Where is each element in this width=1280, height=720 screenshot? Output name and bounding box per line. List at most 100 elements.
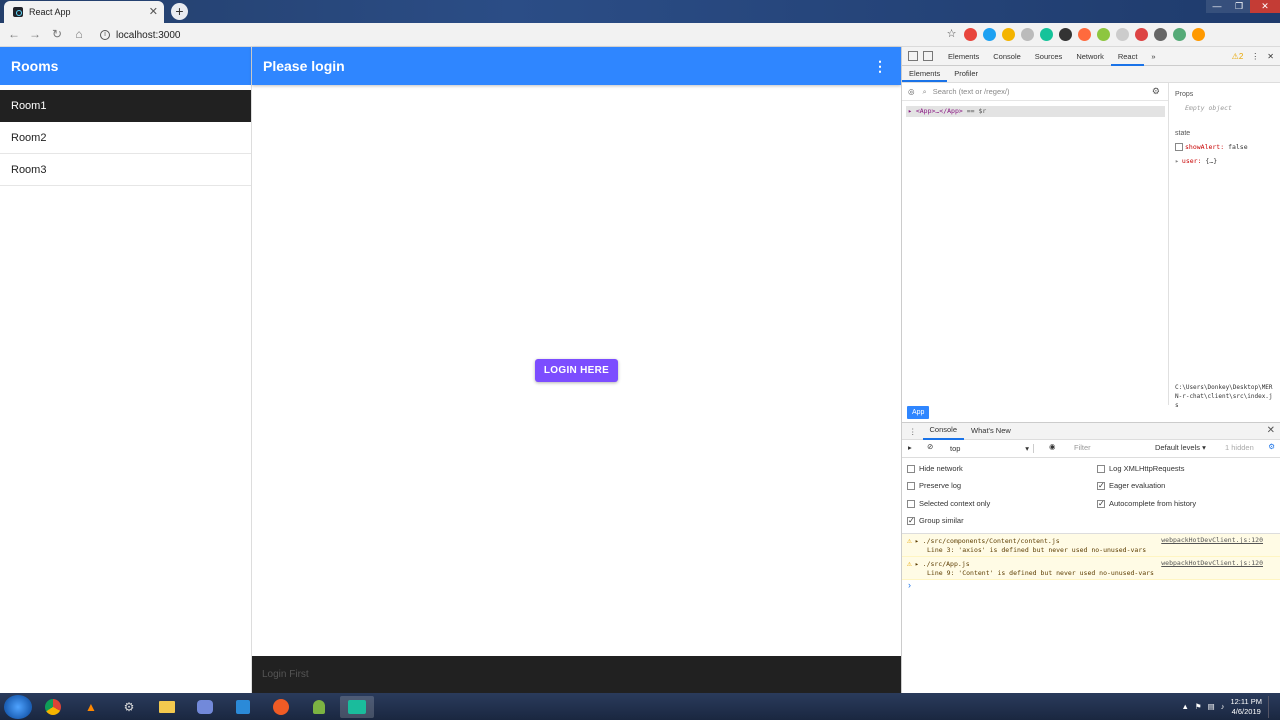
restore-button[interactable]: ❐ [1228, 0, 1250, 13]
state-user[interactable]: ▸ user: {…} [1175, 157, 1275, 165]
android-taskbar-icon[interactable] [302, 696, 336, 718]
showalert-checkbox[interactable] [1175, 143, 1183, 151]
console-warning[interactable]: ⚠ ▸ ./src/App.js webpackHotDevClient.js:1… [902, 557, 1280, 580]
room-item-room2[interactable]: Room2 [0, 122, 251, 154]
context-select[interactable]: top ▾ [950, 444, 1034, 453]
breadcrumb-app[interactable]: App [907, 406, 930, 419]
explorer-taskbar-icon[interactable] [150, 696, 184, 718]
profile-avatar[interactable] [1173, 28, 1186, 41]
checkbox[interactable] [1097, 499, 1105, 508]
source-path[interactable]: C:\Users\Donkey\Desktop\MERN-r-chat\clie… [1175, 383, 1275, 410]
clear-console-icon[interactable]: ⊘ [927, 442, 933, 451]
new-tab-button[interactable]: + [171, 3, 188, 20]
checkbox[interactable] [907, 516, 915, 525]
minimize-button[interactable]: — [1206, 0, 1228, 13]
device-toggle-icon[interactable] [923, 51, 933, 61]
extension-icon[interactable] [1135, 28, 1148, 41]
gear-icon[interactable]: ⚙ [1152, 86, 1160, 97]
extension-icon[interactable] [964, 28, 977, 41]
reload-icon[interactable]: ↻ [49, 27, 65, 41]
console-filter-input[interactable]: Filter [1074, 443, 1091, 452]
info-icon[interactable]: i [100, 30, 110, 40]
option-selected-context[interactable]: Selected context only [907, 499, 990, 508]
home-icon[interactable]: ⌂ [71, 27, 87, 41]
extension-icon[interactable] [1002, 28, 1015, 41]
url-field[interactable]: i localhost:3000 [96, 26, 966, 44]
tab-elements[interactable]: Elements [941, 47, 986, 66]
default-levels-dropdown[interactable]: Default levels ▾ [1155, 443, 1206, 452]
browser-tab[interactable]: React App ✕ [4, 1, 164, 23]
option-log-xhr[interactable]: Log XMLHttpRequests [1097, 464, 1184, 473]
extension-icon[interactable] [1116, 28, 1129, 41]
network-icon[interactable]: ▤ [1208, 702, 1215, 711]
devtools-menu-icon[interactable]: ⋮ [1251, 47, 1259, 66]
console-prompt[interactable]: › [902, 580, 1280, 590]
vscode-taskbar-icon[interactable] [226, 696, 260, 718]
react-search-input[interactable]: Search (text or /regex/) [933, 87, 1010, 96]
tab-react-elements[interactable]: Elements [902, 66, 948, 82]
option-group-similar[interactable]: Group similar [907, 516, 964, 525]
extension-icon[interactable] [983, 28, 996, 41]
checkbox[interactable] [907, 464, 915, 473]
checkbox[interactable] [1097, 481, 1105, 490]
expand-arrow-icon[interactable]: ▸ [1175, 157, 1179, 165]
extension-icon[interactable] [1097, 28, 1110, 41]
extension-icon[interactable] [1078, 28, 1091, 41]
option-hide-network[interactable]: Hide network [907, 464, 963, 473]
tab-whats-new[interactable]: What's New [964, 423, 1018, 439]
room-item-room1[interactable]: Room1 [0, 90, 251, 122]
checkbox[interactable] [1097, 464, 1105, 473]
tab-console[interactable]: Console [986, 47, 1028, 66]
vlc-taskbar-icon[interactable]: ▲ [74, 696, 108, 718]
tab-react[interactable]: React [1110, 47, 1145, 66]
target-icon[interactable]: ◎ [908, 87, 915, 96]
checkbox[interactable] [907, 481, 915, 490]
flag-icon[interactable]: ⚑ [1195, 702, 1202, 711]
cast-icon[interactable] [1154, 28, 1167, 41]
console-settings-icon[interactable]: ⚙ [1268, 442, 1275, 451]
close-window-button[interactable]: ✕ [1250, 0, 1280, 13]
postman-taskbar-icon[interactable] [264, 696, 298, 718]
grammarly-icon[interactable] [1040, 28, 1053, 41]
tab-close-icon[interactable]: ✕ [149, 5, 158, 18]
tab-sources[interactable]: Sources [1028, 47, 1070, 66]
tab-network[interactable]: Network [1069, 47, 1111, 66]
chrome-taskbar-icon[interactable] [36, 696, 70, 718]
app-taskbar-icon[interactable] [340, 695, 374, 718]
extension-icon[interactable] [1021, 28, 1034, 41]
tray-chevron-icon[interactable]: ▲ [1181, 702, 1188, 711]
drawer-menu-icon[interactable]: ⋮ [909, 427, 917, 436]
eye-icon[interactable]: ◉ [1049, 442, 1056, 451]
checkbox[interactable] [907, 499, 915, 508]
room-item-room3[interactable]: Room3 [0, 154, 251, 186]
option-eager-eval[interactable]: Eager evaluation [1097, 481, 1165, 490]
tab-profiler[interactable]: Profiler [947, 66, 985, 82]
option-preserve-log[interactable]: Preserve log [907, 481, 961, 490]
show-desktop-button[interactable] [1268, 695, 1274, 718]
warning-count-badge[interactable]: ⚠2 [1232, 47, 1244, 66]
bookmark-star-icon[interactable]: ☆ [945, 28, 958, 41]
forward-icon[interactable]: → [27, 27, 43, 41]
option-autocomplete[interactable]: Autocomplete from history [1097, 499, 1196, 508]
devtools-close-icon[interactable]: ✕ [1267, 47, 1274, 66]
update-icon[interactable] [1192, 28, 1205, 41]
start-button[interactable] [4, 694, 32, 719]
discord-taskbar-icon[interactable] [188, 696, 222, 718]
login-button[interactable]: LOGIN HERE [535, 359, 618, 382]
clock[interactable]: 12:11 PM 4/6/2019 [1230, 697, 1262, 717]
extension-icon[interactable] [1059, 28, 1072, 41]
volume-icon[interactable]: ♪ [1221, 702, 1225, 711]
warning-source-link[interactable]: webpackHotDevClient.js:120 [1161, 559, 1263, 567]
drawer-close-icon[interactable]: ✕ [1267, 425, 1275, 436]
inspect-icon[interactable] [908, 51, 918, 61]
warning-source-link[interactable]: webpackHotDevClient.js:120 [1161, 536, 1263, 544]
state-showalert[interactable]: showAlert: false [1175, 143, 1275, 151]
tab-drawer-console[interactable]: Console [922, 422, 965, 440]
tree-row-app[interactable]: ▸ <App>…</App> == $r [906, 106, 1165, 117]
more-vert-icon[interactable]: ⋮ [873, 47, 887, 85]
console-warning[interactable]: ⚠ ▸ ./src/components/Content/content.js w… [902, 534, 1280, 557]
sidebar-toggle-icon[interactable]: ▸ [908, 443, 912, 452]
more-tabs-icon[interactable]: » [1144, 47, 1162, 66]
steam-taskbar-icon[interactable]: ⚙ [112, 696, 146, 718]
back-icon[interactable]: ← [6, 27, 22, 41]
